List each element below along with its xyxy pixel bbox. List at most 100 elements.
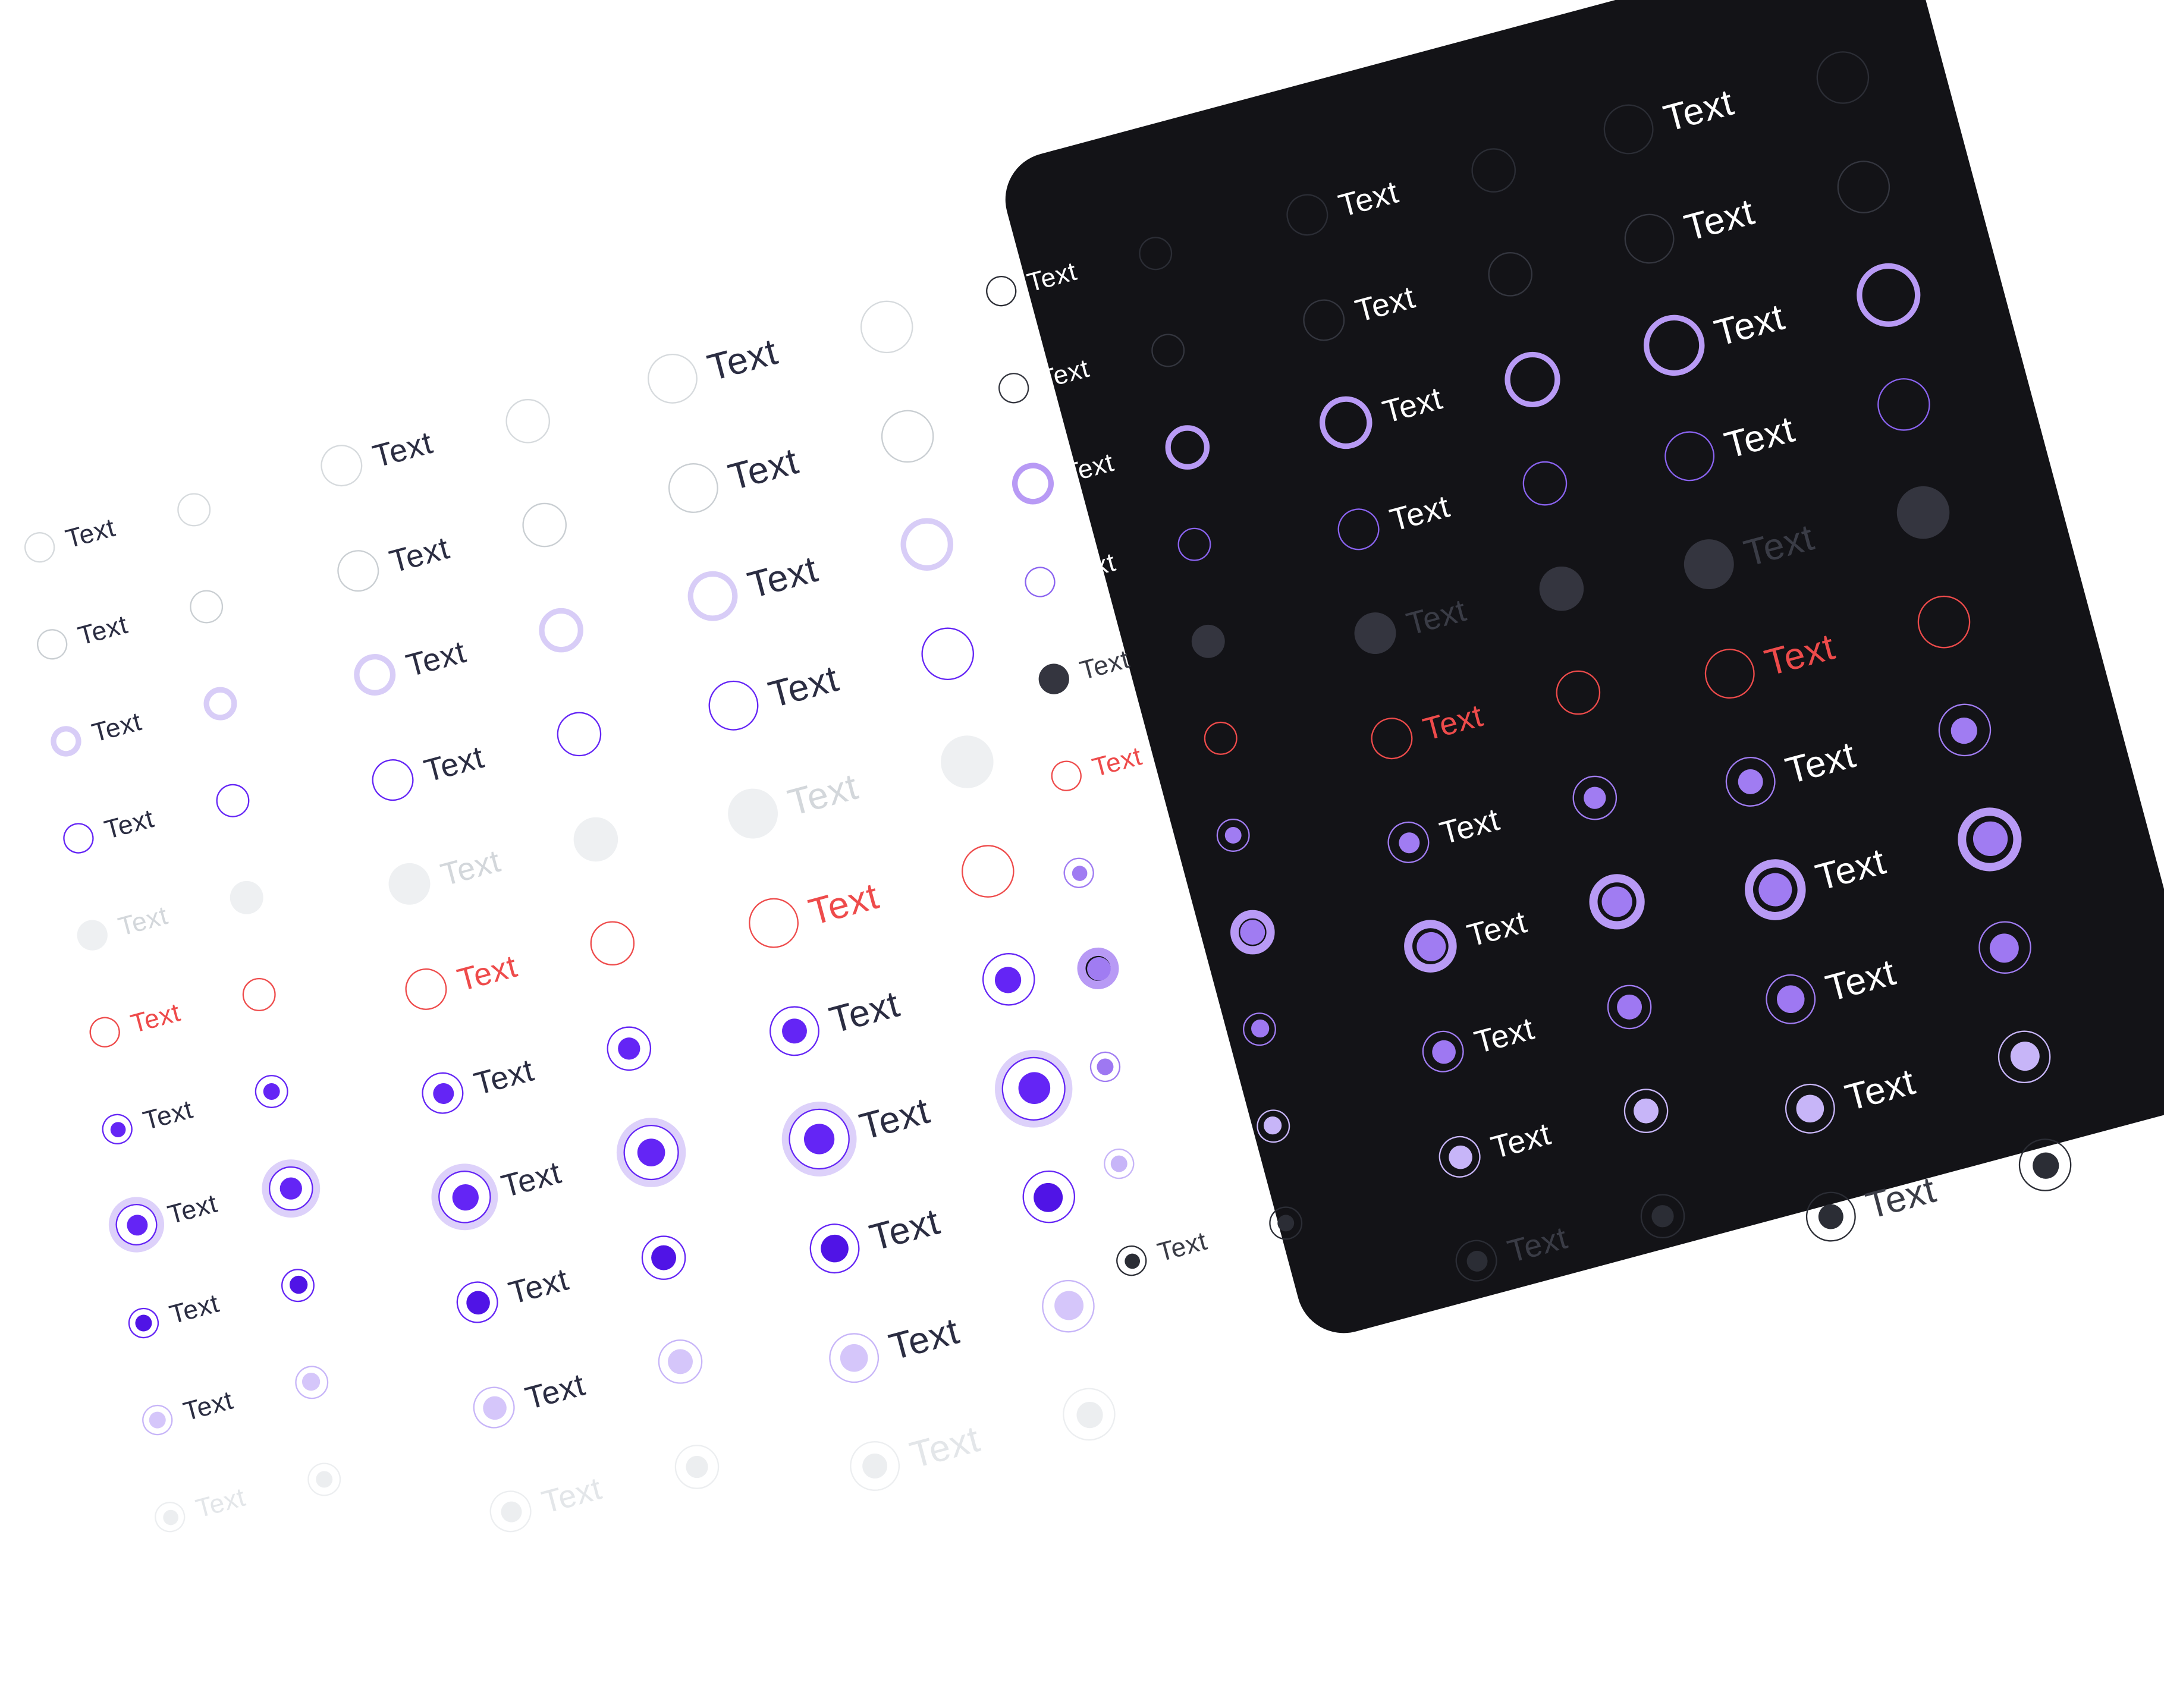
light-small-default-radio[interactable]: Text (21, 512, 118, 567)
radio-circle-icon[interactable] (743, 892, 805, 953)
light-large-hover-radio[interactable]: Text (662, 435, 803, 518)
light-large-checked-radio-no-label[interactable] (982, 954, 1035, 1006)
radio-circle-icon[interactable] (1937, 704, 1991, 757)
light-large-active-radio[interactable]: Text (702, 653, 844, 735)
radio-circle-icon[interactable] (1165, 425, 1210, 470)
radio-circle-icon[interactable] (21, 529, 59, 567)
radio-circle-icon[interactable] (216, 784, 250, 817)
radio-circle-icon[interactable] (485, 1486, 536, 1537)
radio-circle-icon[interactable] (1269, 1206, 1303, 1240)
light-large-focus-radio-no-label[interactable] (900, 518, 954, 572)
radio-circle-icon[interactable] (803, 1218, 865, 1279)
light-large-disabled-radio[interactable]: Text (723, 762, 864, 844)
radio-circle-icon[interactable] (433, 1163, 498, 1229)
radio-circle-icon[interactable] (111, 1199, 162, 1250)
light-medium-hover-radio[interactable]: Text (332, 526, 454, 596)
radio-circle-icon[interactable] (880, 410, 934, 463)
light-medium-disabled-radio-no-label[interactable] (573, 817, 618, 861)
light-medium-default-radio-no-label[interactable] (505, 398, 551, 443)
radio-circle-icon[interactable] (1978, 921, 2031, 975)
light-large-default-radio-no-label[interactable] (860, 301, 913, 354)
light-small-checked-disabled-radio[interactable]: Text (151, 1482, 249, 1536)
light-small-hover-radio-no-label[interactable] (190, 590, 224, 624)
radio-circle-icon[interactable] (138, 1401, 176, 1439)
light-medium-hover-radio-no-label[interactable] (522, 503, 567, 548)
radio-circle-icon[interactable] (860, 301, 913, 354)
radio-circle-icon[interactable] (1022, 563, 1059, 601)
light-medium-focus-radio[interactable]: Text (350, 631, 471, 700)
light-small-disabled-radio-no-label[interactable] (229, 880, 263, 914)
light-small-checked-hover-radio[interactable]: Text (125, 1288, 222, 1342)
radio-circle-icon[interactable] (1488, 252, 1533, 297)
radio-circle-icon[interactable] (1590, 874, 1645, 930)
radio-circle-icon[interactable] (1177, 527, 1211, 561)
radio-circle-icon[interactable] (417, 1067, 469, 1119)
radio-circle-icon[interactable] (941, 736, 994, 789)
light-large-checked-radio[interactable]: Text (763, 979, 904, 1062)
dark-small-checked-disabled-radio-no-label[interactable] (1269, 1206, 1303, 1240)
dark-large-active-radio-no-label[interactable] (1877, 378, 1930, 431)
radio-circle-icon[interactable] (1857, 263, 1921, 328)
radio-circle-icon[interactable] (350, 649, 401, 700)
radio-circle-icon[interactable] (1100, 1145, 1138, 1182)
radio-circle-icon[interactable] (177, 493, 211, 527)
radio-circle-icon[interactable] (1522, 461, 1567, 507)
dark-medium-checked-disabled-radio-no-label[interactable] (1640, 1194, 1685, 1238)
light-medium-error-radio-no-label[interactable] (590, 921, 635, 966)
light-large-checked-focus-radio-no-label[interactable] (1002, 1056, 1066, 1121)
light-small-hover-radio[interactable]: Text (34, 609, 131, 663)
radio-circle-icon[interactable] (1086, 1048, 1125, 1086)
dark-large-hover-radio-no-label[interactable] (1836, 161, 1890, 213)
radio-circle-icon[interactable] (782, 1101, 857, 1176)
light-small-checked-radio-no-label[interactable] (255, 1075, 289, 1108)
radio-circle-icon[interactable] (1471, 147, 1516, 193)
radio-circle-icon[interactable] (682, 565, 744, 627)
light-medium-checked-radio[interactable]: Text (417, 1049, 539, 1119)
light-small-checked-hover-radio-no-label[interactable] (281, 1269, 315, 1303)
dark-small-checked-focus-radio-no-label[interactable] (1230, 910, 1275, 955)
radio-circle-icon[interactable] (642, 348, 703, 410)
dark-large-disabled-radio-no-label[interactable] (1897, 486, 1951, 540)
radio-circle-icon[interactable] (982, 954, 1035, 1006)
dark-large-checked-hover-radio-no-label[interactable] (1978, 921, 2031, 975)
radio-circle-icon[interactable] (1042, 1279, 1095, 1333)
radio-circle-icon[interactable] (573, 817, 618, 861)
dark-medium-checked-focus-radio-no-label[interactable] (1590, 874, 1645, 930)
light-medium-checked-active-radio-no-label[interactable] (658, 1339, 702, 1385)
light-large-hover-radio-no-label[interactable] (880, 410, 934, 463)
radio-circle-icon[interactable] (1606, 984, 1651, 1029)
radio-circle-icon[interactable] (242, 977, 276, 1011)
dark-small-disabled-radio[interactable]: Text (1034, 644, 1132, 698)
dark-small-checked-active-radio[interactable]: Text (1100, 1129, 1197, 1182)
light-medium-checked-disabled-radio[interactable]: Text (485, 1467, 607, 1537)
radio-circle-icon[interactable] (1256, 1109, 1290, 1143)
dark-large-checked-radio-no-label[interactable] (1937, 704, 1991, 757)
radio-circle-icon[interactable] (34, 625, 71, 663)
dark-large-default-radio-no-label[interactable] (1816, 52, 1870, 105)
light-medium-active-radio-no-label[interactable] (556, 712, 601, 757)
radio-circle-icon[interactable] (190, 590, 224, 624)
dark-large-checked-active-radio-no-label[interactable] (1998, 1030, 2052, 1083)
light-large-disabled-radio-no-label[interactable] (941, 736, 994, 789)
radio-circle-icon[interactable] (824, 1326, 885, 1388)
radio-circle-icon[interactable] (1816, 52, 1870, 105)
light-small-focus-radio-no-label[interactable] (203, 687, 237, 721)
light-large-error-radio[interactable]: Text (743, 870, 884, 953)
dark-medium-focus-radio-no-label[interactable] (1505, 351, 1561, 407)
radio-circle-icon[interactable] (658, 1339, 702, 1385)
radio-circle-icon[interactable] (1022, 1171, 1075, 1224)
light-large-error-radio-no-label[interactable] (962, 845, 1015, 898)
radio-circle-icon[interactable] (640, 1235, 686, 1280)
radio-circle-icon[interactable] (844, 1435, 906, 1497)
light-large-default-radio[interactable]: Text (642, 327, 783, 410)
radio-circle-icon[interactable] (451, 1276, 502, 1328)
radio-circle-icon[interactable] (1204, 721, 1238, 755)
radio-circle-icon[interactable] (1063, 1388, 1116, 1442)
radio-circle-icon[interactable] (1623, 1089, 1668, 1134)
dark-small-disabled-radio-no-label[interactable] (1191, 624, 1224, 658)
radio-circle-icon[interactable] (255, 1075, 289, 1108)
radio-circle-icon[interactable] (674, 1444, 720, 1489)
radio-circle-icon[interactable] (294, 1366, 328, 1399)
light-medium-error-radio[interactable]: Text (400, 944, 522, 1014)
radio-circle-icon[interactable] (624, 1125, 680, 1181)
